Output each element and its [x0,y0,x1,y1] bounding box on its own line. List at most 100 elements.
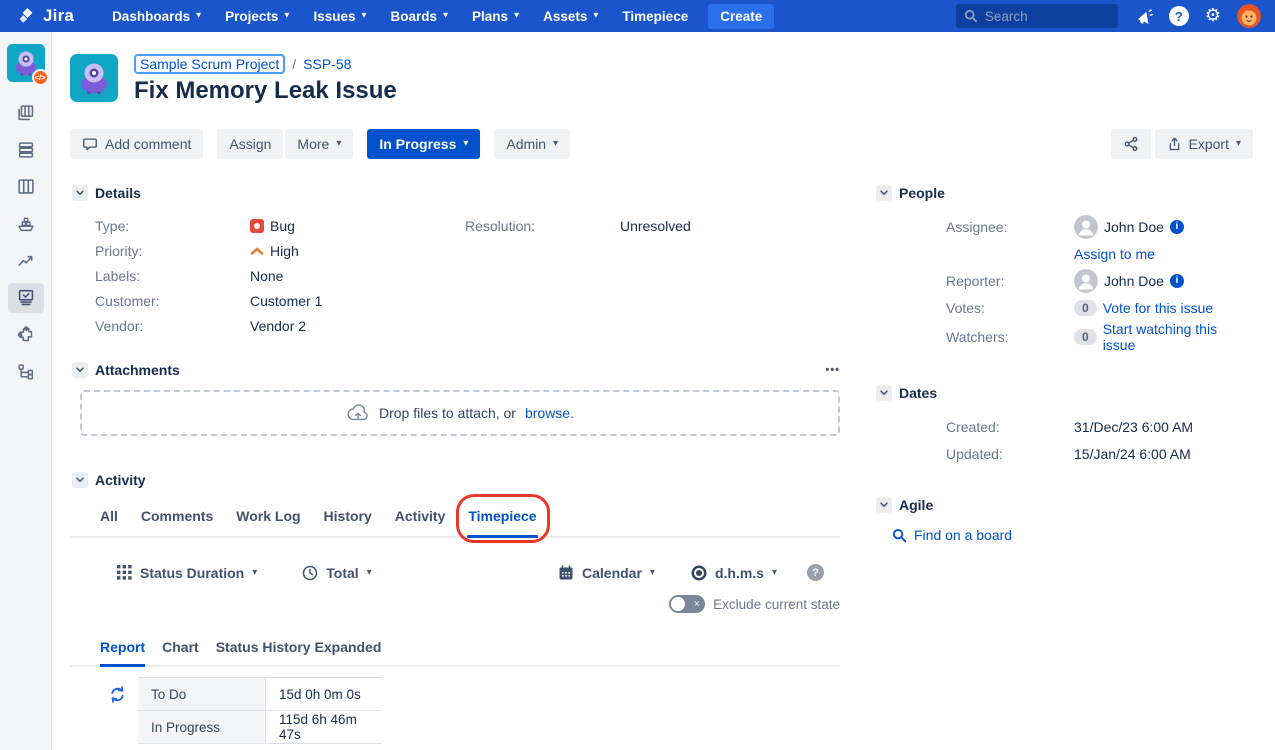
nav-timepiece[interactable]: Timepiece [610,0,700,32]
sidebar-item-queues[interactable] [8,98,44,128]
watchers-row: Watchers: 0 Start watching this issue [946,321,1253,353]
search-box[interactable] [956,4,1118,28]
collapse-chevron-icon [72,472,88,488]
refresh-icon[interactable] [108,685,127,704]
sidebar-item-board[interactable] [8,172,44,202]
more-button[interactable]: More▾ [285,129,353,159]
assignee-row: Assignee: John Doe i [946,213,1253,240]
field-type: Type: Bug [95,213,465,238]
breadcrumb-project-link[interactable]: Sample Scrum Project [134,54,285,74]
find-on-board-link[interactable]: Find on a board [914,527,1012,543]
admin-button[interactable]: Admin▾ [494,129,570,159]
tab-all[interactable]: All [100,508,118,536]
watch-link[interactable]: Start watching this issue [1103,321,1253,353]
issue-title: Fix Memory Leak Issue [134,77,397,105]
subtab-status-history-expanded[interactable]: Status History Expanded [216,639,382,665]
field-customer: Customer: Customer 1 [95,288,465,313]
project-avatar-large[interactable] [70,54,118,102]
jira-logo[interactable]: Jira [10,6,100,26]
attachments-menu-icon[interactable]: ••• [825,364,840,376]
assignee-name[interactable]: John Doe [1104,219,1164,235]
nav-dashboards[interactable]: Dashboards▾ [100,0,213,32]
project-avatar[interactable]: </> [7,44,45,82]
sidebar-item-structure[interactable] [8,357,44,387]
status-button[interactable]: In Progress▾ [367,129,480,159]
sidebar-item-addons[interactable] [8,320,44,350]
time-format-dropdown[interactable]: d.h.m.s ▾ [691,565,777,581]
assign-button[interactable]: Assign [217,129,283,159]
sidebar-item-reports[interactable] [8,246,44,276]
watchers-count-badge: 0 [1074,329,1097,345]
section-title: Agile [899,497,933,513]
activity-tabs: All Comments Work Log History Activity T… [70,508,840,538]
user-avatar[interactable] [1237,4,1261,28]
report-type-dropdown[interactable]: Status Duration ▾ [117,565,257,581]
nav-assets[interactable]: Assets▾ [531,0,610,32]
people-section-header[interactable]: People [874,185,1253,201]
search-input[interactable] [985,9,1095,24]
collapse-chevron-icon [72,362,88,378]
nav-plans[interactable]: Plans▾ [460,0,531,32]
sidebar-item-backlog[interactable] [8,135,44,165]
toggle-x-icon: ✕ [693,600,700,609]
nav-boards[interactable]: Boards▾ [379,0,461,32]
activity-section-header[interactable]: Activity [70,472,840,488]
reporter-row: Reporter: John Doe i [946,267,1253,294]
attachments-section-header[interactable]: Attachments ••• [70,362,840,378]
timepiece-controls: Status Duration ▾ Total ▾ [70,564,840,581]
subtab-chart[interactable]: Chart [162,639,199,665]
grid-icon [117,565,132,580]
share-button[interactable] [1111,129,1151,159]
subtab-report[interactable]: Report [100,639,145,665]
dates-section-header[interactable]: Dates [874,385,1253,401]
table-row: In Progress 115d 6h 46m 47s [138,711,382,744]
reporter-name[interactable]: John Doe [1104,273,1164,289]
tab-timepiece[interactable]: Timepiece [468,508,536,536]
gear-icon[interactable]: ⚙ [1205,7,1221,25]
breadcrumb: Sample Scrum Project / SSP-58 [134,54,397,74]
agile-section: Agile Find on a board [874,497,1253,543]
sidebar-item-releases[interactable] [8,209,44,239]
tab-history[interactable]: History [324,508,372,536]
assign-to-me-link[interactable]: Assign to me [1074,246,1155,262]
field-vendor: Vendor: Vendor 2 [95,313,465,338]
calendar-icon [558,565,574,581]
people-section: People Assignee: John Doe i [874,185,1253,353]
jira-logo-icon [18,7,37,26]
record-icon [691,565,707,581]
nav-issues[interactable]: Issues▾ [301,0,378,32]
export-button[interactable]: Export▾ [1155,129,1254,159]
tab-work-log[interactable]: Work Log [236,508,300,536]
calendar-dropdown[interactable]: Calendar ▾ [558,565,655,581]
issue-header: Sample Scrum Project / SSP-58 Fix Memory… [70,54,1253,105]
section-title: Activity [95,472,146,488]
vote-link[interactable]: Vote for this issue [1103,300,1214,316]
add-comment-button[interactable]: Add comment [70,129,203,159]
collapse-chevron-icon [876,385,892,401]
exclude-current-state-toggle[interactable]: ✕ [669,595,705,613]
info-icon[interactable]: i [1170,220,1184,234]
chevron-down-icon: ▾ [443,11,448,21]
create-button[interactable]: Create [708,4,774,29]
tab-activity[interactable]: Activity [395,508,446,536]
calculation-dropdown[interactable]: Total ▾ [302,565,371,581]
share-icon [1123,136,1139,152]
attachment-dropzone[interactable]: Drop files to attach, or browse. [80,390,840,436]
breadcrumb-issue-key-link[interactable]: SSP-58 [303,56,351,72]
nav-projects[interactable]: Projects▾ [213,0,301,32]
chevron-down-icon: ▾ [514,11,519,21]
browse-link[interactable]: browse. [525,405,574,421]
collapse-chevron-icon [72,185,88,201]
sidebar-item-issues-selected[interactable] [8,283,44,313]
status-duration-report: To Do 15d 0h 0m 0s In Progress 115d 6h 4… [70,677,840,744]
info-icon[interactable]: i [1170,274,1184,288]
details-section-header[interactable]: Details [70,185,840,201]
section-title: Dates [899,385,937,401]
agile-section-header[interactable]: Agile [874,497,1253,513]
help-icon[interactable]: ? [1169,6,1189,26]
announcements-icon[interactable] [1134,7,1153,26]
tab-comments[interactable]: Comments [141,508,213,536]
project-sidebar: </> [0,32,52,750]
timepiece-help-icon[interactable]: ? [807,564,824,581]
votes-row: Votes: 0 Vote for this issue [946,294,1253,321]
